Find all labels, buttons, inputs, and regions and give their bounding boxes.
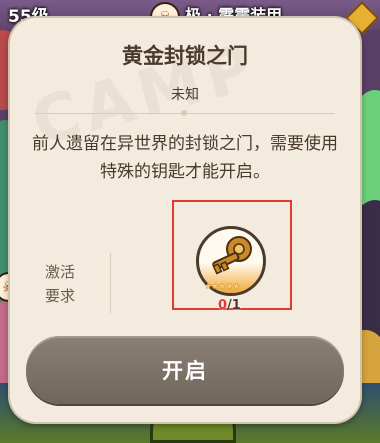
open-button[interactable]: 开启 [26,336,344,404]
item-count-current: 0 [218,298,228,313]
item-count-total: /1 [227,298,241,313]
dialog-description: 前人遗留在异世界的封锁之门，需要使用特殊的钥匙才能开启。 [32,134,338,182]
divider-dot [181,110,187,116]
golden-key-icon [212,236,252,275]
item-stars: ★★★★★ [204,282,240,292]
requirement-divider [110,253,111,313]
requirement-label: 激活要求 [45,263,76,305]
dialog-title: 黄金封锁之门 [122,44,248,68]
item-count: 0/1 [218,298,241,313]
dialog-subtitle: 未知 [171,87,199,103]
